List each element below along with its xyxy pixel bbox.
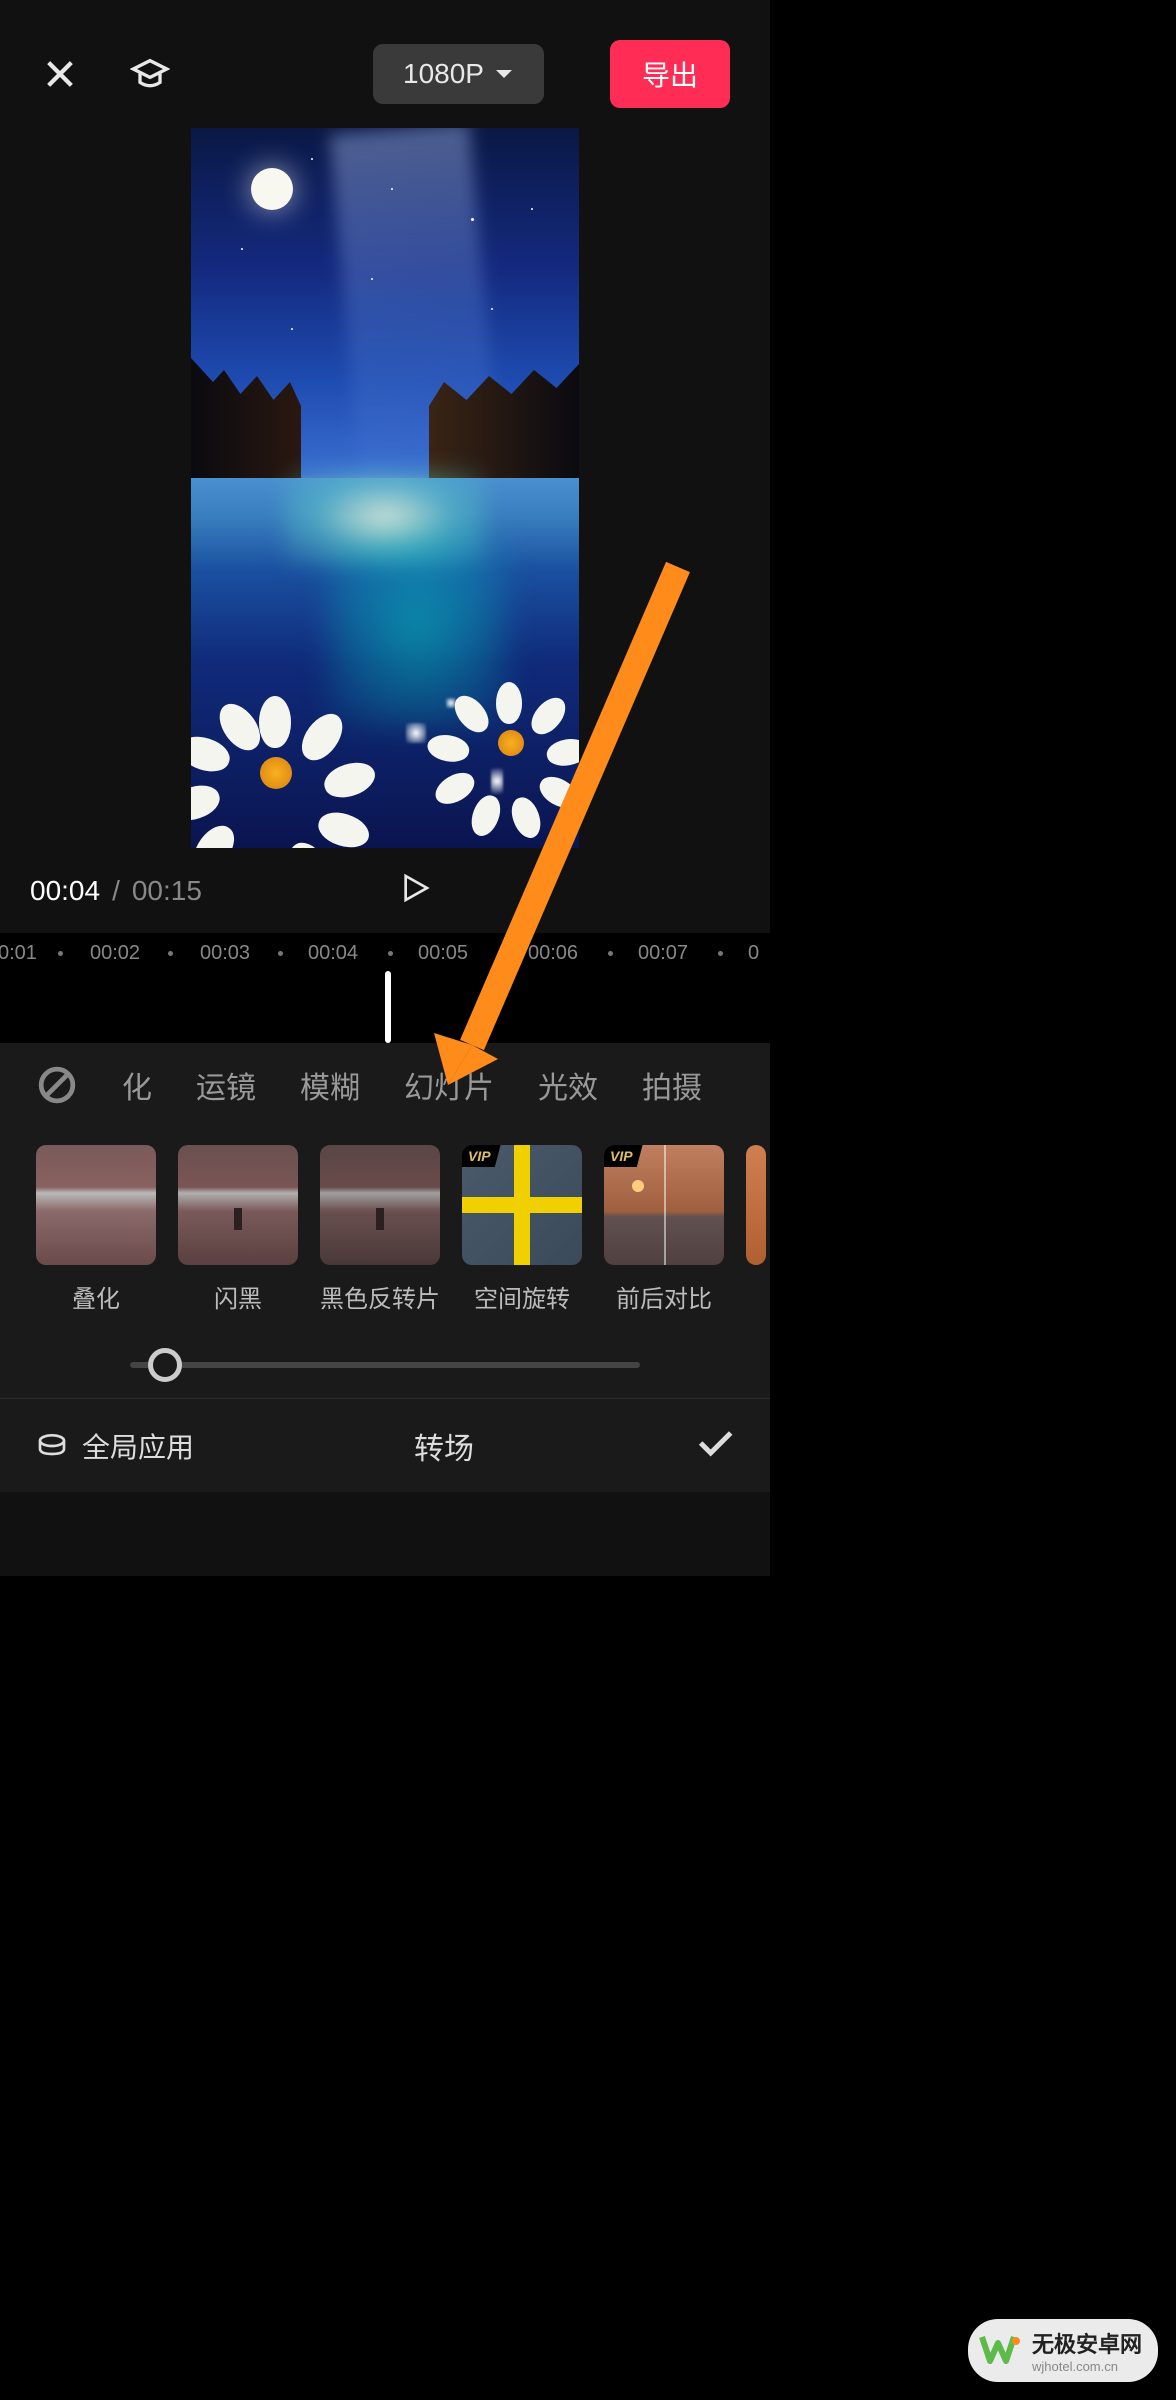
current-time: 00:04 (30, 875, 100, 907)
category-yunjing[interactable]: 运镜 (196, 1063, 256, 1107)
vip-badge: VIP (462, 1145, 501, 1167)
effect-thumbnail: VIP (604, 1145, 724, 1265)
play-button[interactable] (399, 872, 431, 909)
effect-kongjian-xuanzhuan[interactable]: VIP 空间旋转 (462, 1145, 582, 1314)
close-icon (43, 57, 77, 91)
global-apply-button[interactable]: 全局应用 (36, 1426, 194, 1466)
category-paishe[interactable]: 拍摄 (642, 1063, 702, 1107)
time-separator: / (112, 875, 120, 907)
timeline-tick: 00:05 (418, 942, 468, 965)
effect-extra[interactable] (746, 1145, 766, 1314)
header: 1080P 导出 (0, 0, 770, 128)
prohibit-icon (38, 1066, 76, 1104)
timeline[interactable]: 0:01 00:02 00:03 00:04 00:05 00:06 00:07… (0, 933, 770, 1043)
graduation-cap-icon (130, 52, 170, 96)
global-label: 全局应用 (82, 1426, 194, 1466)
watermark-sub: wjhotel.com.cn (1032, 2359, 1142, 2374)
category-hua[interactable]: 化 (122, 1063, 152, 1107)
confirm-button[interactable] (694, 1423, 734, 1468)
timeline-tick: 00:03 (200, 942, 250, 965)
playhead[interactable] (385, 971, 391, 1043)
slider-container (0, 1332, 770, 1398)
resolution-label: 1080P (403, 58, 484, 90)
effect-label: 闪黑 (214, 1279, 262, 1314)
editor-screen: 1080P 导出 (0, 0, 770, 1576)
timeline-tick: 0 (748, 942, 759, 965)
effect-label: 前后对比 (616, 1279, 712, 1314)
export-button[interactable]: 导出 (610, 40, 730, 108)
effect-thumbnail (178, 1145, 298, 1265)
playback-controls: 00:04 / 00:15 (0, 848, 770, 933)
timeline-tick: 00:04 (308, 942, 358, 965)
check-icon (694, 1423, 734, 1463)
watermark-title: 无极安卓网 (1032, 2327, 1142, 2359)
tutorial-button[interactable] (130, 54, 170, 94)
chevron-down-icon (494, 68, 514, 80)
vip-badge: VIP (604, 1145, 643, 1167)
transition-title: 转场 (194, 1424, 694, 1468)
watermark: 无极安卓网 wjhotel.com.cn (968, 2319, 1158, 2382)
category-row: 化 运镜 模糊 幻灯片 光效 拍摄 (0, 1043, 770, 1127)
category-guangxiao[interactable]: 光效 (538, 1063, 598, 1107)
timeline-tick: 00:07 (638, 942, 688, 965)
timeline-tick: 00:06 (528, 942, 578, 965)
timeline-tick: 00:02 (90, 942, 140, 965)
watermark-logo-icon (978, 2329, 1022, 2373)
resolution-button[interactable]: 1080P (373, 44, 544, 104)
effect-qianhou-duibi[interactable]: VIP 前后对比 (604, 1145, 724, 1314)
preview-canvas[interactable] (191, 128, 579, 848)
slider-track[interactable] (130, 1362, 640, 1368)
effect-label: 叠化 (72, 1279, 120, 1314)
bottom-bar: 全局应用 转场 (0, 1398, 770, 1492)
effect-thumbnail (36, 1145, 156, 1265)
effect-diehua[interactable]: 叠化 (36, 1145, 156, 1314)
layers-icon (36, 1430, 68, 1462)
play-icon (399, 872, 431, 904)
total-time: 00:15 (132, 875, 202, 907)
effect-thumbnail: VIP (462, 1145, 582, 1265)
timeline-tick: 0:01 (0, 942, 37, 965)
none-button[interactable] (36, 1064, 78, 1106)
effect-label: 黑色反转片 (320, 1279, 440, 1314)
close-button[interactable] (40, 54, 80, 94)
effect-thumbnail (746, 1145, 766, 1265)
effect-thumbnail (320, 1145, 440, 1265)
effect-label: 空间旋转 (474, 1279, 570, 1314)
slider-thumb[interactable] (148, 1348, 182, 1382)
category-mohu[interactable]: 模糊 (300, 1063, 360, 1107)
effects-row: 叠化 闪黑 黑色反转片 VIP 空间旋转 VIP 前后对比 (0, 1127, 770, 1332)
effect-heise-fanzhuan[interactable]: 黑色反转片 (320, 1145, 440, 1314)
effect-shanhei[interactable]: 闪黑 (178, 1145, 298, 1314)
category-huandengpian[interactable]: 幻灯片 (404, 1063, 494, 1107)
